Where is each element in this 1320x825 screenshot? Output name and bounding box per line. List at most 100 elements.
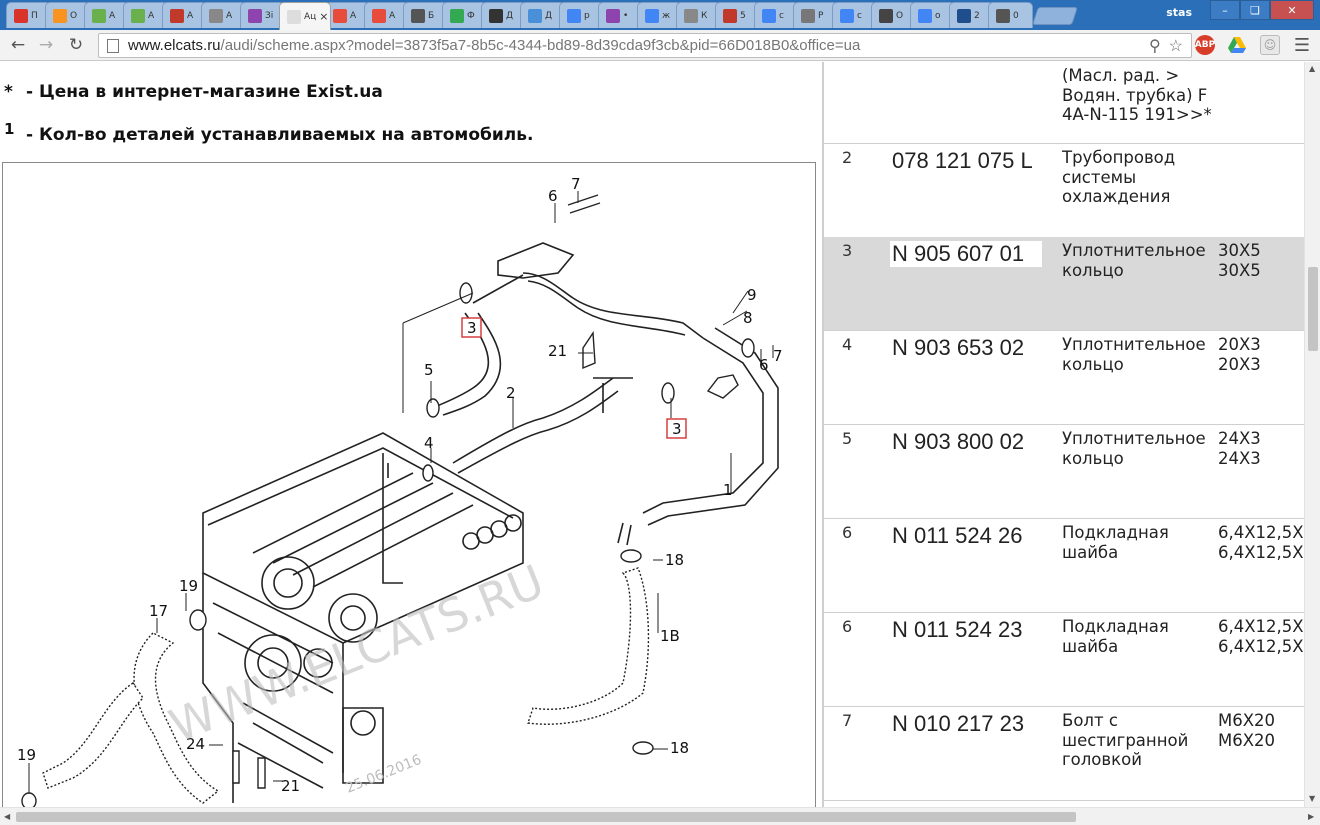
callout-7[interactable]: 7 xyxy=(571,175,581,193)
address-bar[interactable]: www.elcats.ru/audi/scheme.aspx?model=387… xyxy=(98,33,1192,58)
maximize-button[interactable]: ❏ xyxy=(1240,0,1270,20)
tab-label: А xyxy=(389,10,396,21)
callout-21[interactable]: 21 xyxy=(548,342,567,360)
back-button[interactable]: ← xyxy=(6,34,30,56)
callout-4[interactable]: 4 xyxy=(424,434,434,452)
callout-8[interactable]: 8 xyxy=(743,309,753,327)
page-icon xyxy=(287,9,301,24)
callout-1b[interactable]: 1B xyxy=(660,627,680,645)
table-row[interactable]: 4 N 903 653 02 Уплотнительное кольцо 20X3 2… xyxy=(824,331,1304,425)
drive-icon xyxy=(450,8,464,23)
google-icon xyxy=(762,8,776,23)
position-number: 4 xyxy=(842,335,853,354)
table-row[interactable]: (Масл. рад. > Водян. трубка) F 4A-N-115 … xyxy=(824,62,1304,144)
site-icon xyxy=(248,8,262,23)
tab[interactable]: 0 xyxy=(988,2,1033,28)
parts-diagram[interactable]: 7 6 9 8 6 7 5 21 2 4 1 18 1B 18 19 17 19 xyxy=(2,162,816,807)
tab-label: ж xyxy=(662,10,671,21)
horizontal-scrollbar[interactable]: ◀ ▶ xyxy=(0,807,1320,825)
scroll-up-icon[interactable]: ▲ xyxy=(1309,64,1315,73)
part-number[interactable]: N 011 524 23 xyxy=(890,617,1042,643)
table-row[interactable]: 3 N 905 607 01 Уплотнительное кольцо 30X5 3… xyxy=(824,237,1304,331)
callout-19-bottom[interactable]: 19 xyxy=(17,746,36,764)
part-size: 6,4X12,5X 6,4X12,5X xyxy=(1218,617,1304,656)
vertical-scroll-thumb[interactable] xyxy=(1308,267,1318,351)
part-number[interactable]: N 903 653 02 xyxy=(890,335,1042,361)
part-size: M6X20 M6X20 xyxy=(1218,711,1276,750)
part-number[interactable]: N 010 217 23 xyxy=(890,711,1042,737)
table-row[interactable]: 6 N 011 524 26 Подкладная шайба 6,4X12,5X 6… xyxy=(824,519,1304,613)
tab-label: Зі xyxy=(265,10,274,21)
adblock-icon[interactable]: ABP xyxy=(1195,35,1215,55)
tab-label: А xyxy=(350,10,357,21)
callout-6-right[interactable]: 6 xyxy=(759,356,769,374)
tab-list: П О А А А А Зі Ац × А А Б Ф Д Др • ж К 5 с Рс Оо 2 0 xyxy=(6,2,1078,30)
part-number[interactable]: N 011 524 26 xyxy=(890,523,1042,549)
callout-2[interactable]: 2 xyxy=(506,384,516,402)
tab-label: К xyxy=(701,10,708,21)
extension-icon[interactable]: ☺ xyxy=(1260,35,1280,55)
position-number: 2 xyxy=(842,148,853,167)
callout-9[interactable]: 9 xyxy=(747,286,757,304)
callout-18[interactable]: 18 xyxy=(665,551,684,569)
callout-5[interactable]: 5 xyxy=(424,361,434,379)
scroll-left-icon[interactable]: ◀ xyxy=(4,812,10,821)
part-name: Подкладная шайба xyxy=(1062,617,1169,656)
vertical-scrollbar[interactable]: ▲ ▼ xyxy=(1304,62,1320,807)
google-icon xyxy=(567,8,581,23)
table-row[interactable]: 6 N 011 524 23 Подкладная шайба 6,4X12,5X 6… xyxy=(824,613,1304,707)
callout-17[interactable]: 17 xyxy=(149,602,168,620)
car-icon xyxy=(372,8,386,23)
scroll-down-icon[interactable]: ▼ xyxy=(1309,794,1315,803)
google-icon xyxy=(918,8,932,23)
part-name: Подкладная шайба xyxy=(1062,523,1169,562)
vw-icon xyxy=(957,8,971,23)
google-icon xyxy=(840,8,854,23)
part-name: Уплотнительное кольцо xyxy=(1062,429,1206,468)
callout-6[interactable]: 6 xyxy=(548,187,558,205)
position-number: 7 xyxy=(842,711,853,730)
tab-label: Б xyxy=(428,10,435,21)
browser-toolbar: ← → ↻ www.elcats.ru/audi/scheme.aspx?mod… xyxy=(0,30,1320,61)
reload-button[interactable]: ↻ xyxy=(64,34,88,56)
callout-19[interactable]: 19 xyxy=(179,577,198,595)
tab-label: • xyxy=(623,10,629,21)
close-window-button[interactable]: ✕ xyxy=(1270,0,1314,20)
tab-close-icon[interactable]: × xyxy=(319,10,328,23)
arrow-left-icon: ← xyxy=(10,35,26,55)
new-tab-button[interactable] xyxy=(1032,7,1078,25)
watermark: WWW.ELCATS.RU xyxy=(162,554,551,753)
callout-1[interactable]: 1 xyxy=(723,481,733,499)
tab-label: А xyxy=(187,10,194,21)
table-row[interactable]: 2 078 121 075 L Трубопровод системы охлажд… xyxy=(824,144,1304,238)
part-size: 20X3 20X3 xyxy=(1218,335,1261,374)
callout-7-right[interactable]: 7 xyxy=(773,347,783,365)
callout-21-bottom[interactable]: 21 xyxy=(281,777,300,795)
tab-label: о xyxy=(935,10,941,21)
table-row[interactable]: 7 N 010 217 23 Болт с шестигранной головко… xyxy=(824,707,1304,801)
menu-icon[interactable]: ☰ xyxy=(1292,35,1312,56)
tab-label: р xyxy=(584,10,590,21)
tab-label: О xyxy=(70,10,78,21)
bookmark-star-icon[interactable]: ☆ xyxy=(1169,36,1183,56)
tab-active[interactable]: Ац × xyxy=(279,2,331,30)
google-drive-icon[interactable] xyxy=(1227,35,1247,55)
callout-18-bottom[interactable]: 18 xyxy=(670,739,689,757)
callout-3-right[interactable]: 3 xyxy=(672,420,682,438)
reload-icon: ↻ xyxy=(68,35,84,55)
part-number[interactable]: N 903 800 02 xyxy=(890,429,1042,455)
zoom-icon[interactable]: ⚲ xyxy=(1149,36,1161,56)
table-row[interactable]: 5 N 903 800 02 Уплотнительное кольцо 24X3 2… xyxy=(824,425,1304,519)
forward-button[interactable]: → xyxy=(34,34,58,56)
part-number[interactable]: 078 121 075 L xyxy=(890,148,1042,174)
profile-name[interactable]: stas xyxy=(1166,6,1192,19)
google-icon xyxy=(645,8,659,23)
minimize-button[interactable]: – xyxy=(1210,0,1240,20)
site-icon xyxy=(996,8,1010,23)
ok-icon xyxy=(53,8,67,23)
horizontal-scroll-thumb[interactable] xyxy=(16,812,1076,822)
scroll-right-icon[interactable]: ▶ xyxy=(1308,812,1314,821)
diagram-drawing: 7 6 9 8 6 7 5 21 2 4 1 18 1B 18 19 17 19 xyxy=(17,175,783,807)
part-number[interactable]: N 905 607 01 xyxy=(890,241,1042,267)
callout-3[interactable]: 3 xyxy=(467,319,477,337)
